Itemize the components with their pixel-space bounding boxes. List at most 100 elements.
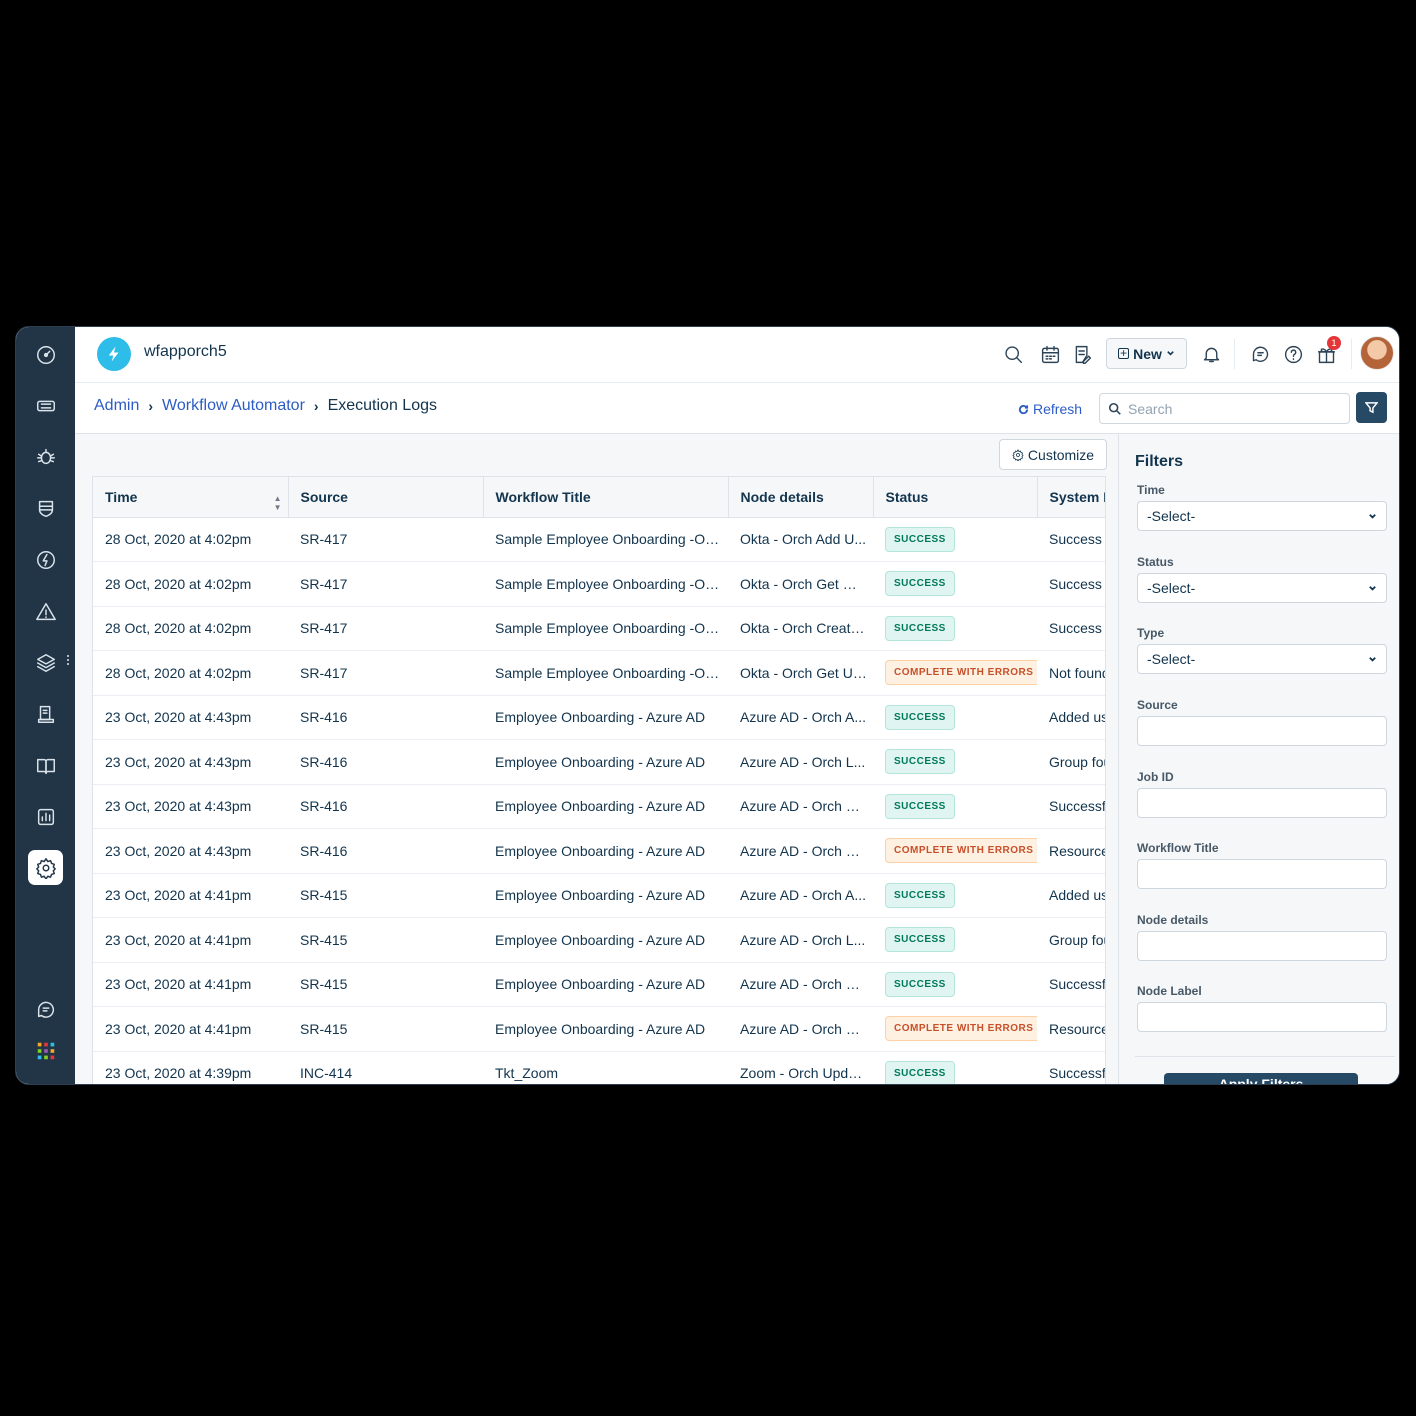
status-badge: COMPLETE WITH ERRORS xyxy=(885,1016,1037,1042)
new-button[interactable]: + New xyxy=(1106,338,1187,369)
todo-icon[interactable] xyxy=(1069,341,1095,367)
problems-icon[interactable] xyxy=(28,439,63,474)
cell-system-message: Resource xyxy=(1037,1006,1105,1052)
column-header-workflow-title[interactable]: Workflow Title xyxy=(483,477,729,518)
status-badge: SUCCESS xyxy=(885,526,955,552)
filter-status-label: Status xyxy=(1137,555,1174,569)
chat-icon[interactable] xyxy=(1247,341,1273,367)
table-row[interactable]: 23 Oct, 2020 at 4:43pm SR-416 Employee Onb… xyxy=(93,828,1105,874)
status-badge: SUCCESS xyxy=(885,704,955,730)
table-row[interactable]: 28 Oct, 2020 at 4:02pm SR-417 Sample Emplo… xyxy=(93,606,1105,651)
cell-workflow-title: Employee Onboarding - Azure AD xyxy=(483,917,728,963)
solutions-icon[interactable] xyxy=(28,748,63,783)
cell-status: COMPLETE WITH ERRORS xyxy=(873,828,1037,874)
breadcrumb: Admin › Workflow Automator › Execution L… xyxy=(94,397,437,415)
table-row[interactable]: 23 Oct, 2020 at 4:41pm SR-415 Employee Onb… xyxy=(93,917,1105,963)
cell-source: SR-416 xyxy=(288,695,483,740)
cell-node-details: Azure AD - Orch L... xyxy=(728,917,873,963)
help-icon[interactable] xyxy=(1280,341,1306,367)
calendar-icon[interactable] xyxy=(1037,341,1063,367)
cell-time: 28 Oct, 2020 at 4:02pm xyxy=(93,517,288,562)
cell-source: SR-415 xyxy=(288,1006,483,1052)
cell-source: SR-417 xyxy=(288,606,483,651)
changes-icon[interactable] xyxy=(28,491,63,526)
filter-time-select[interactable]: -Select- xyxy=(1137,501,1387,531)
table-row[interactable]: 28 Oct, 2020 at 4:02pm SR-417 Sample Emplo… xyxy=(93,561,1105,607)
dashboard-icon[interactable] xyxy=(28,337,63,372)
table-row[interactable]: 23 Oct, 2020 at 4:43pm SR-416 Employee Onb… xyxy=(93,739,1105,785)
cell-time: 23 Oct, 2020 at 4:43pm xyxy=(93,739,288,785)
cell-status: SUCCESS xyxy=(873,917,1037,963)
breadcrumb-admin[interactable]: Admin xyxy=(94,397,139,415)
filter-job-id-label: Job ID xyxy=(1137,770,1174,784)
search-input[interactable] xyxy=(1128,398,1338,420)
cell-node-details: Zoom - Orch Upda... xyxy=(728,1051,873,1084)
column-header-system-message[interactable]: System M xyxy=(1037,477,1105,518)
filter-source-input[interactable] xyxy=(1137,716,1387,746)
search-box xyxy=(1099,393,1350,424)
contracts-icon[interactable] xyxy=(28,696,63,731)
admin-gear-icon[interactable] xyxy=(28,850,63,885)
search-icon[interactable] xyxy=(1000,341,1026,367)
table-row[interactable]: 28 Oct, 2020 at 4:02pm SR-417 Sample Emplo… xyxy=(93,650,1105,696)
refresh-button[interactable]: Refresh xyxy=(1018,401,1082,417)
filter-job-id-input[interactable] xyxy=(1137,788,1387,818)
app-title: wfapporch5 xyxy=(144,343,227,360)
assets-icon[interactable] xyxy=(28,645,63,680)
cell-time: 23 Oct, 2020 at 4:43pm xyxy=(93,784,288,829)
table-row[interactable]: 23 Oct, 2020 at 4:43pm SR-416 Employee Onb… xyxy=(93,784,1105,829)
app-logo[interactable] xyxy=(97,337,131,371)
more-icon[interactable] xyxy=(66,653,70,667)
table-row[interactable]: 23 Oct, 2020 at 4:41pm SR-415 Employee Onb… xyxy=(93,873,1105,918)
column-header-time[interactable]: Time ▲ ▼ xyxy=(93,477,289,518)
filter-node-details-input[interactable] xyxy=(1137,931,1387,961)
filter-time-value: -Select- xyxy=(1147,508,1196,524)
divider xyxy=(1234,339,1235,369)
column-header-node-details[interactable]: Node details xyxy=(728,477,874,518)
apply-filters-button[interactable]: Apply Filters xyxy=(1164,1073,1358,1084)
filter-node-label-input[interactable] xyxy=(1137,1002,1387,1032)
column-header-status[interactable]: Status xyxy=(873,477,1038,518)
filter-type-select[interactable]: -Select- xyxy=(1137,644,1387,674)
cell-node-details: Azure AD - Orch L... xyxy=(728,739,873,785)
column-header-source[interactable]: Source xyxy=(288,477,484,518)
table-row[interactable]: 23 Oct, 2020 at 4:41pm SR-415 Employee Onb… xyxy=(93,1006,1105,1052)
filter-toggle-button[interactable] xyxy=(1356,392,1387,423)
plus-icon: + xyxy=(1118,346,1130,360)
avatar[interactable] xyxy=(1360,336,1394,370)
cell-time: 28 Oct, 2020 at 4:02pm xyxy=(93,561,288,607)
filter-node-label-label: Node Label xyxy=(1137,984,1202,998)
status-badge: COMPLETE WITH ERRORS xyxy=(885,660,1037,686)
table-row[interactable]: 23 Oct, 2020 at 4:43pm SR-416 Employee Onb… xyxy=(93,695,1105,740)
table-row[interactable]: 23 Oct, 2020 at 4:41pm SR-415 Employee Onb… xyxy=(93,962,1105,1007)
tickets-icon[interactable] xyxy=(28,388,63,423)
cell-system-message: Added us xyxy=(1037,695,1105,740)
filter-workflow-title-input[interactable] xyxy=(1137,859,1387,889)
cell-time: 23 Oct, 2020 at 4:39pm xyxy=(93,1051,288,1084)
cell-workflow-title: Sample Employee Onboarding -Okt... xyxy=(483,650,728,696)
table-row[interactable]: 23 Oct, 2020 at 4:39pm INC-414 Tkt_Zoom Zoo… xyxy=(93,1051,1105,1084)
alerts-icon[interactable] xyxy=(28,594,63,629)
cell-status: COMPLETE WITH ERRORS xyxy=(873,650,1037,696)
bell-icon[interactable] xyxy=(1198,341,1224,367)
cell-workflow-title: Sample Employee Onboarding -Okt... xyxy=(483,561,728,607)
chevron-right-icon: › xyxy=(148,398,154,414)
cell-status: SUCCESS xyxy=(873,517,1037,562)
releases-icon[interactable] xyxy=(28,542,63,577)
cell-node-details: Azure AD - Orch Cr... xyxy=(728,962,873,1007)
cell-node-details: Okta - Orch Add U... xyxy=(728,517,873,562)
apps-grid-icon[interactable] xyxy=(28,1033,63,1068)
execution-logs-table: Time ▲ ▼ Source Workflow Title Node detail… xyxy=(92,476,1106,1084)
table-row[interactable]: 28 Oct, 2020 at 4:02pm SR-417 Sample Emplo… xyxy=(93,517,1105,562)
chevron-down-icon xyxy=(1368,512,1376,520)
chevron-down-icon xyxy=(1368,584,1376,592)
breadcrumb-workflow-automator[interactable]: Workflow Automator xyxy=(162,397,305,415)
cell-workflow-title: Employee Onboarding - Azure AD xyxy=(483,784,728,829)
customize-button[interactable]: Customize xyxy=(999,439,1107,470)
chat-icon[interactable] xyxy=(28,992,63,1027)
filter-icon xyxy=(1365,402,1378,414)
filter-status-select[interactable]: -Select- xyxy=(1137,573,1387,603)
cell-workflow-title: Sample Employee Onboarding -Okt... xyxy=(483,517,728,562)
reports-icon[interactable] xyxy=(28,799,63,834)
sort-icon[interactable]: ▲ ▼ xyxy=(274,494,282,512)
